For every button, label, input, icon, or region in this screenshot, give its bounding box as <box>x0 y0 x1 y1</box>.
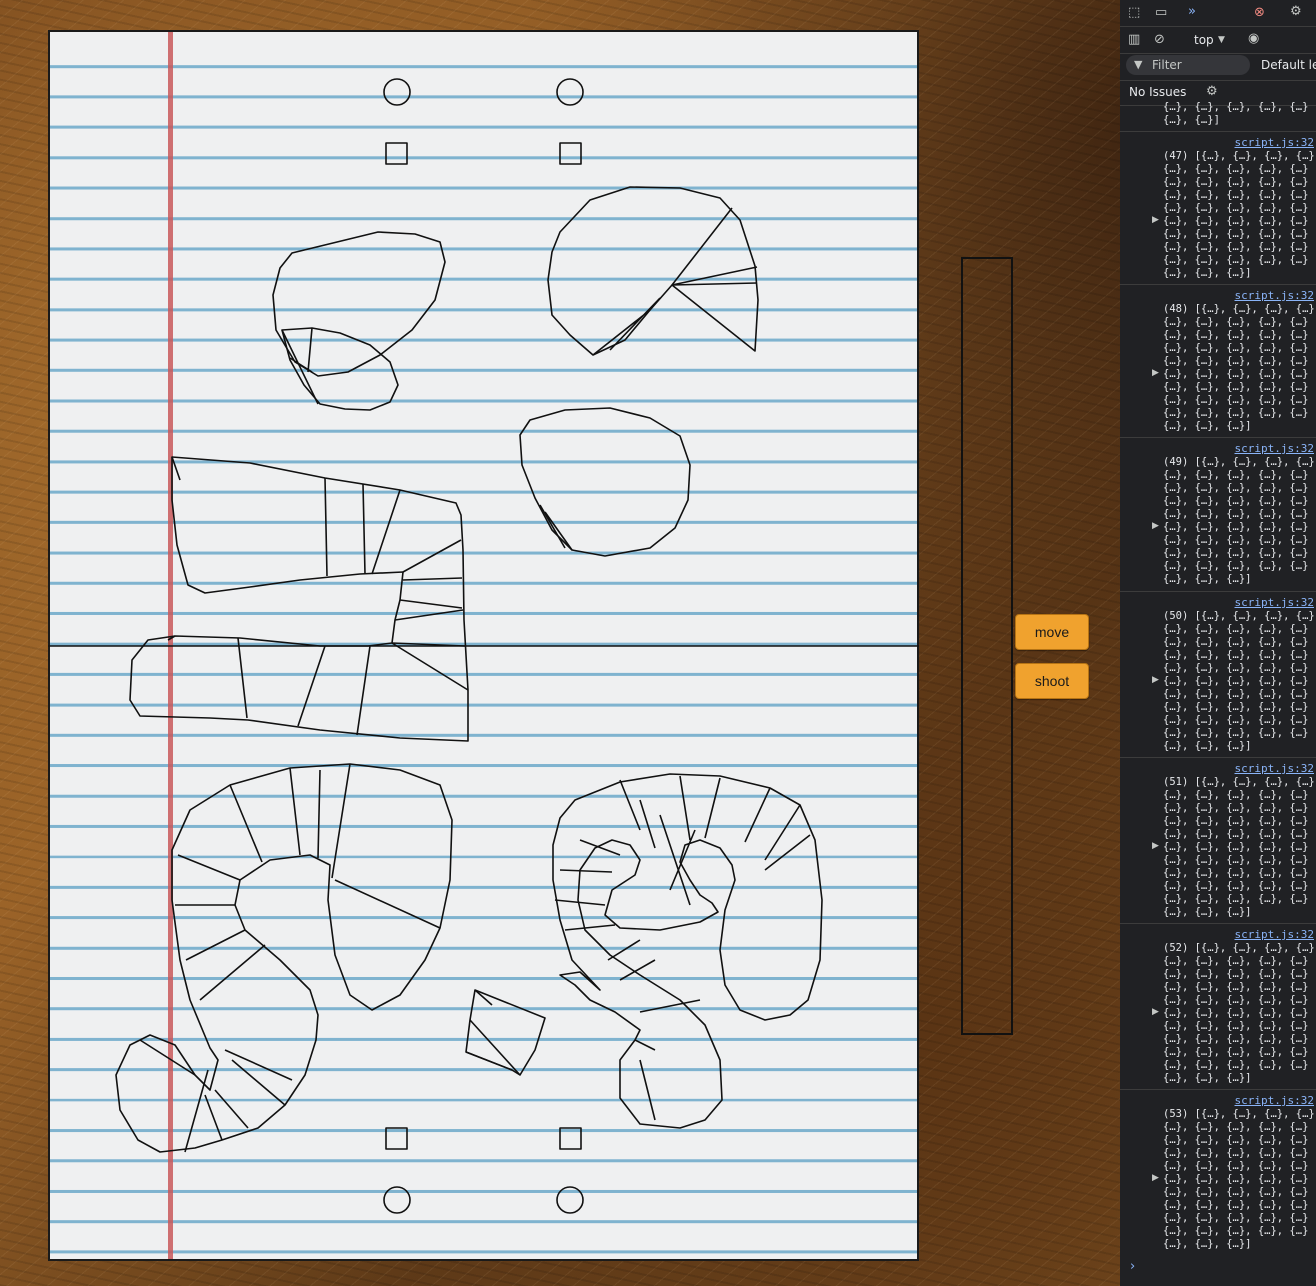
player-square-top-right <box>559 142 582 165</box>
log-array-preview: (48) [{…}, {…}, {…}, {…} {…}, {…}, {…}, … <box>1163 303 1315 432</box>
log-source-link[interactable]: script.js:32 <box>1235 289 1314 302</box>
log-source-link[interactable]: script.js:32 <box>1235 442 1314 455</box>
issues-label[interactable]: No Issues <box>1129 85 1186 99</box>
game-canvas[interactable] <box>0 0 1316 1286</box>
issues-settings-icon[interactable]: ⚙ <box>1206 84 1218 100</box>
expand-arrow-icon[interactable]: ▶ <box>1152 1173 1159 1183</box>
log-levels-dropdown[interactable]: Default le <box>1261 58 1316 72</box>
clear-console-icon[interactable]: ⊘ <box>1154 32 1165 48</box>
player-circle-bottom-left <box>383 1186 411 1214</box>
device-toggle-icon[interactable]: ▭ <box>1155 5 1167 21</box>
log-array-preview: (53) [{…}, {…}, {…}, {…} {…}, {…}, {…}, … <box>1163 1108 1315 1250</box>
power-meter <box>961 257 1013 1035</box>
shoot-button[interactable]: shoot <box>1015 663 1089 699</box>
filter-placeholder: Filter <box>1152 58 1182 72</box>
expand-arrow-icon[interactable]: ▶ <box>1152 841 1159 851</box>
expand-arrow-icon[interactable]: ▶ <box>1152 368 1159 378</box>
player-square-bottom-left <box>385 1127 408 1150</box>
log-source-link[interactable]: script.js:32 <box>1235 1094 1314 1107</box>
log-source-link[interactable]: script.js:32 <box>1235 596 1314 609</box>
log-source-link[interactable]: script.js:32 <box>1235 928 1314 941</box>
context-selector[interactable]: top <box>1194 33 1214 47</box>
inspect-icon[interactable]: ⬚ <box>1128 5 1140 21</box>
console-log-entry[interactable]: script.js:32 ▶ (52) [{…}, {…}, {…}, {…} {…… <box>1120 923 1316 1091</box>
expand-arrow-icon[interactable]: ▶ <box>1152 215 1159 225</box>
obstacle-shape-2 <box>547 186 759 356</box>
player-circle-top-left <box>383 78 411 106</box>
obstacle-shape-3 <box>519 407 691 557</box>
console-log-entry[interactable]: script.js:32 ▶ (53) [{…}, {…}, {…}, {…} {…… <box>1120 1089 1316 1257</box>
eye-icon[interactable]: ◉ <box>1248 31 1259 47</box>
chevron-down-icon: ▼ <box>1218 35 1225 45</box>
expand-arrow-icon[interactable]: ▶ <box>1152 1007 1159 1017</box>
more-tabs-icon[interactable]: » <box>1188 4 1196 20</box>
filter-icon: ▼ <box>1134 58 1143 71</box>
console-log-entry[interactable]: script.js:32 ▶ (47) [{…}, {…}, {…}, {…} {…… <box>1120 131 1316 286</box>
move-button[interactable]: move <box>1015 614 1089 650</box>
log-fragment-top: {…}, {…}, {…}, {…}, {…} {…}, {…}] <box>1163 101 1309 126</box>
expand-arrow-icon[interactable]: ▶ <box>1152 675 1159 685</box>
console-log-entry[interactable]: script.js:32 ▶ (49) [{…}, {…}, {…}, {…} {…… <box>1120 437 1316 592</box>
obstacle-shape-7 <box>465 989 546 1076</box>
sidebar-icon[interactable]: ▥ <box>1128 32 1140 48</box>
devtools-panel: ⬚ ▭ » ⊗ ⚙ ▥ ⊘ top ▼ ◉ ▼ Filter Default l… <box>1120 0 1316 1286</box>
player-circle-top-right <box>556 78 584 106</box>
player-square-top-left <box>385 142 408 165</box>
console-toolbar: ▥ ⊘ top ▼ ◉ <box>1120 27 1316 54</box>
player-circle-bottom-right <box>556 1186 584 1214</box>
obstacle-shape-5 <box>115 763 453 1153</box>
console-log-entry[interactable]: script.js:32 ▶ (50) [{…}, {…}, {…}, {…} {…… <box>1120 591 1316 759</box>
settings-gear-icon[interactable]: ⚙ <box>1290 4 1302 20</box>
console-log-entry[interactable]: script.js:32 ▶ (51) [{…}, {…}, {…}, {…} {…… <box>1120 757 1316 925</box>
log-source-link[interactable]: script.js:32 <box>1235 136 1314 149</box>
log-source-link[interactable]: script.js:32 <box>1235 762 1314 775</box>
obstacle-shape-4 <box>129 456 469 742</box>
log-array-preview: (47) [{…}, {…}, {…}, {…} {…}, {…}, {…}, … <box>1163 150 1315 279</box>
filter-input[interactable]: ▼ Filter <box>1126 55 1250 75</box>
devtools-toolbar: ⬚ ▭ » ⊗ ⚙ <box>1120 0 1316 27</box>
obstacle-shape-6 <box>552 773 823 1129</box>
log-array-preview: (50) [{…}, {…}, {…}, {…} {…}, {…}, {…}, … <box>1163 610 1315 752</box>
log-array-preview: (51) [{…}, {…}, {…}, {…} {…}, {…}, {…}, … <box>1163 776 1315 918</box>
error-badge-icon[interactable]: ⊗ <box>1254 5 1265 21</box>
player-square-bottom-right <box>559 1127 582 1150</box>
log-array-preview: (52) [{…}, {…}, {…}, {…} {…}, {…}, {…}, … <box>1163 942 1315 1084</box>
console-log-entry[interactable]: script.js:32 ▶ (48) [{…}, {…}, {…}, {…} {…… <box>1120 284 1316 439</box>
console-prompt-icon[interactable]: › <box>1130 1259 1135 1274</box>
log-array-preview: (49) [{…}, {…}, {…}, {…} {…}, {…}, {…}, … <box>1163 456 1315 585</box>
obstacle-shape-1 <box>272 231 446 411</box>
expand-arrow-icon[interactable]: ▶ <box>1152 521 1159 531</box>
